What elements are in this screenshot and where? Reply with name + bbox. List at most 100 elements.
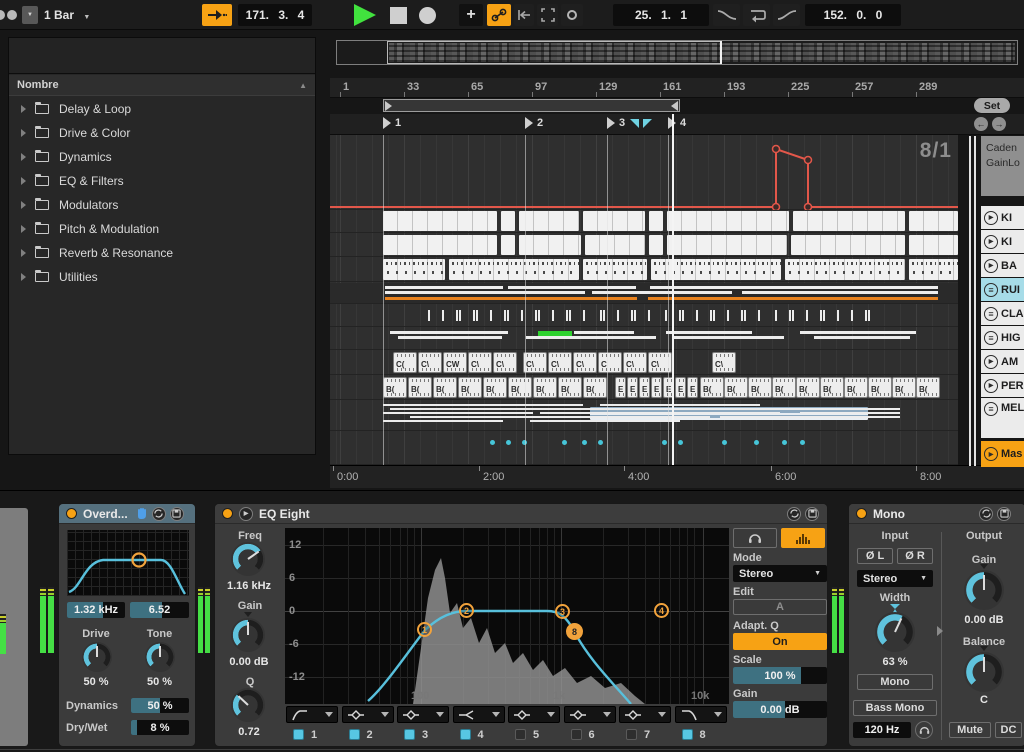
locator-flag[interactable]: 1 xyxy=(383,117,401,129)
play-icon[interactable]: ▶ xyxy=(984,355,998,369)
browser-item[interactable]: EQ & Filters xyxy=(9,169,315,193)
eq-edit-ab-button[interactable]: A xyxy=(733,599,827,615)
track-header-ki[interactable]: ▶KI xyxy=(981,230,1024,253)
arrangement-overview[interactable] xyxy=(336,40,1018,65)
menu-icon[interactable]: ≡ xyxy=(984,402,998,416)
band-enable-checkbox[interactable] xyxy=(293,729,304,740)
dc-filter-button[interactable]: DC xyxy=(995,722,1022,738)
overdrive-bandwidth-field[interactable]: 6.52 xyxy=(130,602,189,618)
arrangement-clip-area[interactable]: C(C\CWC\C\C\C\C\CC\C\C\B(B(B(B(B(B(B(B(B… xyxy=(330,135,958,465)
loop-start-handle[interactable] xyxy=(385,101,392,111)
clip-lane-tail[interactable] xyxy=(330,432,958,465)
overview-view-region[interactable] xyxy=(387,41,721,64)
automation-device-label[interactable]: Caden xyxy=(986,141,1024,156)
spectrum-toggle-button[interactable] xyxy=(781,528,825,548)
save-preset-icon[interactable] xyxy=(170,507,184,521)
drywet-field[interactable]: 8 % xyxy=(131,720,189,735)
stop-button[interactable] xyxy=(390,7,407,24)
metronome-icon[interactable] xyxy=(7,10,17,20)
eq-curve-display[interactable]: 12348 1260-6-12 1001k10k xyxy=(285,528,729,704)
overdrive-filter-display[interactable] xyxy=(67,530,189,596)
browser-item[interactable]: Modulators xyxy=(9,193,315,217)
add-track-button[interactable]: + xyxy=(459,4,483,26)
eq-band-handle-3[interactable]: 3 xyxy=(555,604,570,619)
automation-track-header[interactable]: Caden GainLo xyxy=(981,136,1024,196)
device-on-led[interactable] xyxy=(222,508,233,519)
track-header-mas[interactable]: ▶Mas xyxy=(981,441,1024,467)
beat-time-ruler[interactable]: 1336597129161193225257289 xyxy=(330,78,1024,98)
automation-envelope[interactable] xyxy=(330,135,958,210)
expand-triangle-icon[interactable] xyxy=(21,177,26,185)
width-knob[interactable] xyxy=(875,612,915,652)
loop-end-handle[interactable] xyxy=(671,101,678,111)
eq-band-handle-8[interactable]: 8 xyxy=(566,623,583,640)
track-header-ba[interactable]: ▶BA xyxy=(981,254,1024,277)
filter-type-dropdown[interactable] xyxy=(453,706,505,723)
eq-freq-value[interactable]: 1.16 kHz xyxy=(217,580,281,592)
expand-triangle-icon[interactable] xyxy=(21,249,26,257)
play-icon[interactable]: ▶ xyxy=(984,379,998,393)
balance-knob[interactable] xyxy=(964,652,1004,692)
band-enable-checkbox[interactable] xyxy=(682,729,693,740)
automation-lane[interactable] xyxy=(330,135,958,210)
device-on-led[interactable] xyxy=(856,508,867,519)
browser-item[interactable]: Delay & Loop xyxy=(9,97,315,121)
browser-item[interactable]: Reverb & Resonance xyxy=(9,241,315,265)
clip-lane-blocks[interactable] xyxy=(330,210,958,233)
play-icon[interactable]: ▶ xyxy=(984,259,998,273)
set-locator-button[interactable]: Set xyxy=(974,98,1010,113)
locator-flag[interactable]: 4 xyxy=(668,117,686,129)
playhead[interactable] xyxy=(672,114,674,465)
filter-type-dropdown[interactable] xyxy=(675,706,727,723)
output-gain-knob[interactable] xyxy=(964,570,1004,610)
hot-swap-icon[interactable] xyxy=(979,507,993,521)
arrangement-scrollbar[interactable] xyxy=(969,136,971,466)
follow-button[interactable] xyxy=(202,4,232,26)
browser-item[interactable]: Pitch & Modulation xyxy=(9,217,315,241)
prev-locator-button[interactable]: ← xyxy=(974,117,988,131)
browser-item[interactable]: Dynamics xyxy=(9,145,315,169)
menu-icon[interactable]: ≡ xyxy=(984,307,998,321)
play-icon[interactable]: ▶ xyxy=(984,447,998,461)
eq-eight-title-bar[interactable]: ▶ EQ Eight xyxy=(215,504,827,524)
record-button[interactable] xyxy=(419,7,436,24)
arrangement-scrollbar[interactable] xyxy=(974,136,976,466)
filter-type-dropdown[interactable] xyxy=(564,706,616,723)
metronome-icon[interactable] xyxy=(0,10,5,20)
loop-start-display[interactable]: 25. 1. 1 xyxy=(613,4,709,26)
clip-lane-midi[interactable] xyxy=(330,258,958,282)
hot-swap-icon[interactable] xyxy=(787,507,801,521)
eq-band-handle-2[interactable]: 2 xyxy=(459,603,474,618)
punch-out-button[interactable] xyxy=(773,4,800,26)
zoom-to-fit-button[interactable] xyxy=(537,4,558,26)
expand-triangle-icon[interactable] xyxy=(21,225,26,233)
device-on-led[interactable] xyxy=(66,508,77,519)
grab-marker-icon[interactable] xyxy=(643,119,652,128)
track-header-hig[interactable]: ≡HIG xyxy=(981,326,1024,349)
filter-type-dropdown[interactable] xyxy=(286,706,338,723)
browser-column-header[interactable]: Nombre ▲ xyxy=(9,75,315,96)
locator-flag[interactable]: 3 xyxy=(607,117,625,129)
automation-parameter-label[interactable]: GainLo xyxy=(986,156,1024,171)
band-enable-checkbox[interactable] xyxy=(571,729,582,740)
clip-lane-labels[interactable]: C(C\CWC\C\C\C\C\CC\C\C\ xyxy=(330,351,958,375)
eq-freq-knob[interactable] xyxy=(231,542,265,576)
menu-icon[interactable]: ≡ xyxy=(984,283,998,297)
eq-mode-dropdown[interactable]: Stereo ▼ xyxy=(733,565,827,582)
draw-mode-button[interactable] xyxy=(487,4,511,26)
save-preset-icon[interactable] xyxy=(997,507,1011,521)
quantize-dropdown[interactable]: 1 Bar ▼ xyxy=(44,8,90,22)
clip-lane-labels[interactable]: B(B(B(B(B(B(B(B(B(EEEEEEEB(B(B(B(B(B(B(B… xyxy=(330,376,958,400)
save-preset-icon[interactable] xyxy=(805,507,819,521)
device-fold-icon[interactable]: ▶ xyxy=(239,507,253,521)
overdrive-freq-field[interactable]: 1.32 kHz xyxy=(67,602,125,618)
expand-triangle-icon[interactable] xyxy=(21,129,26,137)
overdrive-title-bar[interactable]: Overd... xyxy=(59,504,195,524)
track-header-mel[interactable]: ≡MEL xyxy=(981,398,1024,438)
eq-gain-knob[interactable] xyxy=(231,618,265,652)
play-button[interactable] xyxy=(354,4,376,26)
mono-title-bar[interactable]: Mono xyxy=(849,504,1024,524)
expand-triangle-icon[interactable] xyxy=(21,153,26,161)
loop-button[interactable] xyxy=(743,4,770,26)
loop-brace[interactable] xyxy=(383,99,680,112)
